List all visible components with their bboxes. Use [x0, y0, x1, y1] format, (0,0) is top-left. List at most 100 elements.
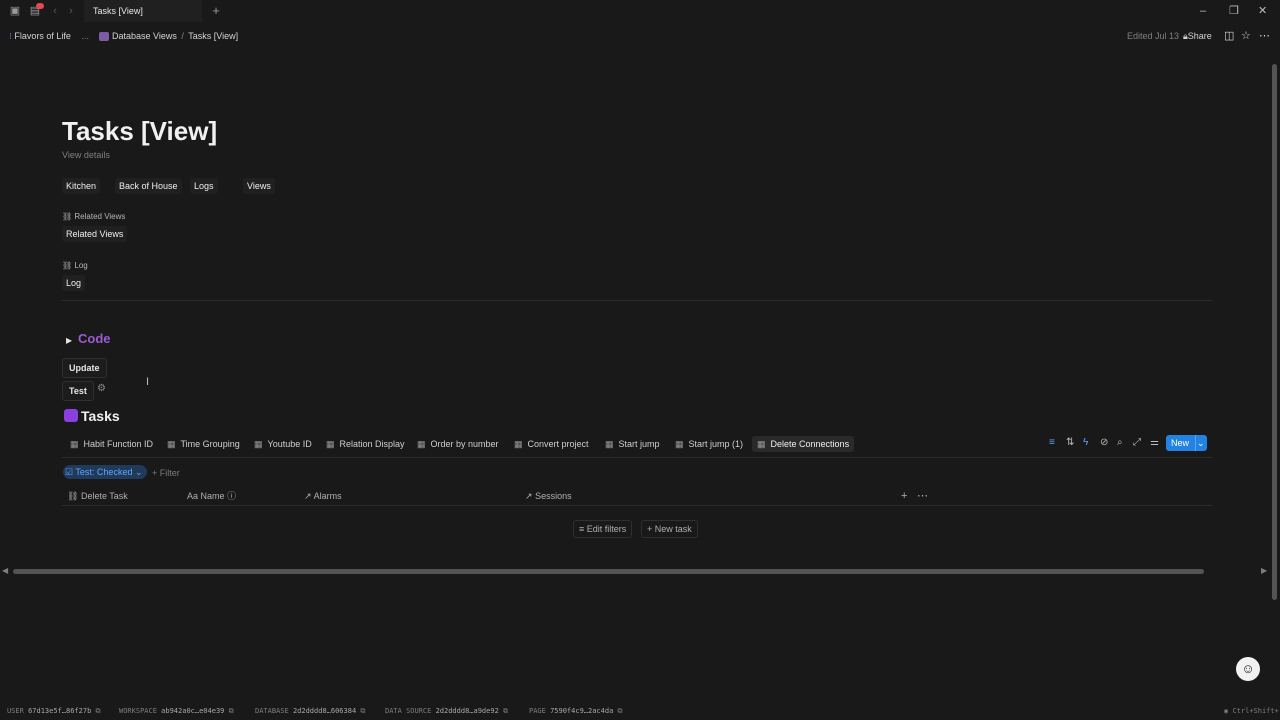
expand-icon[interactable]: ⤢: [1133, 437, 1141, 449]
table-icon: ▦: [167, 439, 176, 449]
footer-page[interactable]: PAGE 7590f4c9…2ac4da ⧉: [529, 704, 623, 718]
breadcrumb-ellipsis[interactable]: ...: [81, 31, 89, 41]
footer-user[interactable]: USER 67d13e5f…86f27b ⧉: [7, 704, 101, 718]
toggle-triangle-icon[interactable]: ▸: [66, 333, 72, 347]
tab-view-delete-connections[interactable]: ▦ Delete Connections: [752, 436, 855, 452]
view-label: Relation Display: [339, 439, 405, 449]
tab-view-habit-function-id[interactable]: ▦ Habit Function ID: [70, 436, 153, 452]
breadcrumb: ⁝ Flavors of Life ... Database Views / T…: [9, 29, 238, 43]
share-button[interactable]: 🔒︎Share: [1183, 29, 1212, 43]
scroll-left-icon[interactable]: ◀: [2, 566, 8, 575]
tab-view-start-jump[interactable]: ▦ Start jump: [605, 436, 660, 452]
tab-view-relation-display[interactable]: ▦ Relation Display: [326, 436, 405, 452]
table-icon: ▦: [70, 439, 79, 449]
nav-button-logs[interactable]: Logs: [190, 178, 218, 194]
star-icon[interactable]: ☆: [1241, 29, 1251, 43]
info-icon: ⓘ: [227, 491, 237, 501]
forward-arrow-icon[interactable]: ›: [64, 4, 78, 18]
code-toggle-label[interactable]: Code: [78, 331, 111, 346]
tasks-database-icon: [64, 409, 78, 422]
filter-icon: ≡: [579, 524, 585, 534]
vertical-scrollbar[interactable]: [1272, 64, 1277, 600]
column-name[interactable]: Aa Name ⓘ: [187, 490, 236, 502]
nav-button-back-of-house[interactable]: Back of House: [115, 178, 182, 194]
chevron-down-icon: ⌄: [134, 467, 143, 477]
edit-filters-button[interactable]: ≡ Edit filters: [573, 520, 633, 538]
new-task-button[interactable]: + New task: [641, 520, 698, 538]
footer-value: ab942a0c…e04e39: [161, 707, 225, 715]
footer-label: WORKSPACE: [119, 707, 157, 715]
close-icon[interactable]: ✕: [1258, 4, 1267, 18]
column-delete-task[interactable]: ⛓︎ Delete Task: [67, 490, 128, 502]
footer-database[interactable]: DATABASE 2d2dddd8…606384 ⧉: [255, 704, 365, 718]
new-button[interactable]: New ⌄: [1166, 435, 1207, 451]
tab-view-time-grouping[interactable]: ▦ Time Grouping: [167, 436, 240, 452]
footer-value: 2d2dddd8…a9de92: [435, 707, 499, 715]
add-column-icon[interactable]: +: [901, 490, 907, 502]
column-label: Alarms: [313, 491, 342, 501]
column-sessions[interactable]: ↗ Sessions: [525, 490, 572, 502]
tab-view-order-by-number[interactable]: ▦ Order by number: [417, 436, 499, 452]
log-button[interactable]: Log: [62, 275, 86, 291]
footer-workspace[interactable]: WORKSPACE ab942a0c…e04e39 ⧉: [119, 704, 234, 718]
related-views-label: Related Views: [74, 212, 126, 221]
table-icon: ▦: [675, 439, 684, 449]
footer-datasource[interactable]: DATA SOURCE 2d2dddd8…a9de92 ⧉: [385, 704, 508, 718]
more-columns-icon[interactable]: ⋯: [917, 490, 928, 502]
breadcrumb-workspace[interactable]: Flavors of Life: [14, 31, 71, 41]
page-subtitle[interactable]: View details: [62, 150, 110, 160]
sidebar-toggle-icon[interactable]: ▣: [8, 4, 22, 18]
related-views-button[interactable]: Related Views: [62, 226, 128, 242]
tab-view-youtube-id[interactable]: ▦ Youtube ID: [254, 436, 312, 452]
more-icon[interactable]: ⋯: [1259, 29, 1270, 43]
hide-icon[interactable]: ⊘: [1100, 437, 1108, 449]
copy-icon: ⧉: [95, 707, 101, 715]
tab-view-start-jump-1[interactable]: ▦ Start jump (1): [675, 436, 743, 452]
settings-sliders-icon[interactable]: ⚌: [1150, 437, 1159, 449]
add-tab-button[interactable]: +: [209, 4, 223, 18]
log-heading: ⛓︎ Log: [62, 260, 88, 272]
nav-button-kitchen[interactable]: Kitchen: [62, 178, 101, 194]
link-icon: ⛓︎: [62, 212, 73, 221]
sort-icon[interactable]: ⇅: [1066, 437, 1074, 449]
log-label: Log: [74, 261, 88, 270]
add-filter-button[interactable]: + Filter: [152, 466, 180, 480]
scroll-right-icon[interactable]: ▶: [1261, 566, 1267, 575]
search-icon[interactable]: ⌕: [1117, 437, 1123, 449]
horizontal-scrollbar[interactable]: [13, 569, 1204, 574]
table-icon: ▦: [514, 439, 523, 449]
footer-label: DATABASE: [255, 707, 289, 715]
chevron-down-icon[interactable]: ⌄: [1197, 435, 1205, 451]
window-titlebar: ▣ ▤ ‹ › Tasks [View] + – ❐ ✕: [0, 0, 1280, 22]
share-label: Share: [1187, 31, 1212, 41]
view-label: Start jump: [618, 439, 660, 449]
settings-gear-icon[interactable]: ⚙: [97, 383, 106, 394]
filter-chip[interactable]: ☑ Test: Checked ⌄: [63, 465, 147, 479]
tab-view-convert-project[interactable]: ▦ Convert project: [514, 436, 589, 452]
status-footer: USER 67d13e5f…86f27b ⧉ WORKSPACE ab942a0…: [0, 704, 1280, 720]
maximize-icon[interactable]: ❐: [1229, 4, 1239, 18]
automation-icon[interactable]: ϟ: [1083, 437, 1088, 449]
footer-value: 2d2dddd8…606384: [292, 707, 357, 715]
footer-value: 7590f4c9…2ac4da: [550, 707, 614, 715]
update-button[interactable]: Update: [62, 358, 107, 378]
breadcrumb-parent[interactable]: Database Views: [112, 31, 177, 41]
breadcrumb-current[interactable]: Tasks [View]: [188, 31, 238, 41]
minimize-icon[interactable]: –: [1200, 4, 1206, 18]
view-label: Youtube ID: [267, 439, 312, 449]
checkbox-icon: ☑: [65, 467, 74, 477]
panel-icon[interactable]: ◫: [1224, 29, 1234, 43]
back-arrow-icon[interactable]: ‹: [48, 4, 62, 18]
database-icon: [99, 32, 110, 42]
copy-icon: ⧉: [503, 707, 509, 715]
filter-chip-label: Test: Checked: [75, 467, 133, 477]
test-button[interactable]: Test: [62, 381, 94, 401]
column-alarms[interactable]: ↗ Alarms: [304, 490, 342, 502]
tab-title: Tasks [View]: [93, 6, 143, 16]
table-icon: ▦: [254, 439, 263, 449]
database-title[interactable]: Tasks: [81, 407, 120, 425]
filter-icon[interactable]: ≡: [1049, 437, 1055, 449]
help-avatar[interactable]: ☺: [1236, 657, 1260, 681]
tab-tasks-view[interactable]: Tasks [View]: [84, 0, 202, 22]
nav-button-views[interactable]: Views: [243, 178, 275, 194]
